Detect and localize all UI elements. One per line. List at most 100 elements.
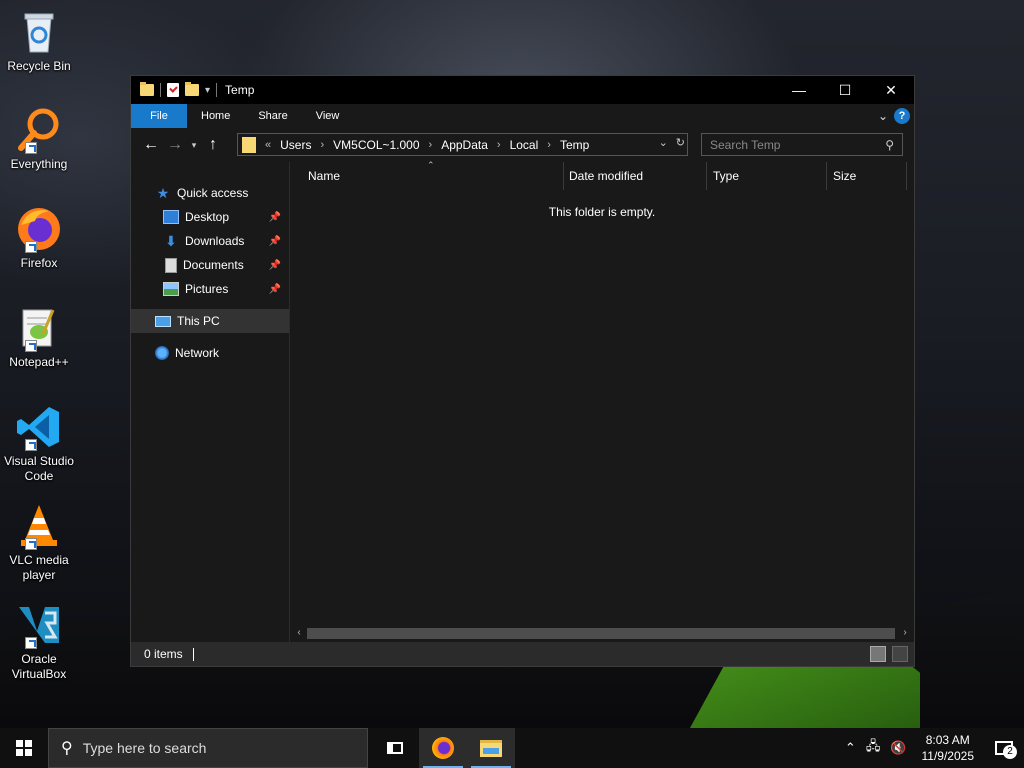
details-view-button[interactable]: [870, 646, 886, 662]
desktop-icon-vlc[interactable]: VLC media player: [2, 502, 76, 583]
breadcrumb-appdata[interactable]: AppData: [441, 138, 488, 152]
tab-file[interactable]: File: [131, 104, 187, 128]
shortcut-arrow-icon: [25, 340, 37, 352]
nav-documents[interactable]: Documents 📌: [131, 253, 289, 277]
nav-this-pc[interactable]: This PC: [131, 309, 289, 333]
network-icon: [155, 346, 169, 360]
chevron-down-icon[interactable]: ⌄: [659, 136, 668, 149]
window-controls: — ☐ ✕: [776, 76, 914, 104]
clock-time: 8:03 AM: [925, 733, 970, 747]
refresh-icon[interactable]: ↻: [676, 136, 685, 149]
folder-icon: [242, 136, 256, 153]
shortcut-arrow-icon: [25, 241, 37, 253]
breadcrumb-temp[interactable]: Temp: [560, 138, 589, 152]
download-icon: ⬇: [165, 232, 177, 249]
title-bar[interactable]: ▾ Temp — ☐ ✕: [131, 76, 914, 104]
navigation-bar: ← → ▾ ↑ « Users › VM5COL~1.000 › AppData…: [131, 128, 914, 162]
large-icons-view-button[interactable]: [892, 646, 908, 662]
breadcrumb-local[interactable]: Local: [510, 138, 539, 152]
tab-home[interactable]: Home: [187, 104, 244, 128]
close-button[interactable]: ✕: [868, 76, 914, 104]
scroll-right-icon[interactable]: ›: [898, 627, 912, 638]
taskbar-firefox[interactable]: [419, 728, 467, 768]
breadcrumb-overflow[interactable]: «: [265, 139, 271, 151]
search-input[interactable]: Search Temp ⚲: [701, 133, 903, 156]
breadcrumb-users[interactable]: Users: [280, 138, 311, 152]
quick-access-toolbar: ▾: [131, 82, 218, 97]
back-button[interactable]: ←: [139, 133, 163, 157]
desktop-icon-label: VLC media player: [9, 553, 69, 582]
nav-downloads[interactable]: ⬇ Downloads 📌: [131, 229, 289, 253]
pin-icon: 📌: [268, 211, 281, 223]
nav-label: Documents: [183, 258, 244, 272]
desktop-icon-recycle-bin[interactable]: Recycle Bin: [2, 8, 76, 74]
expand-ribbon-icon[interactable]: ⌄: [878, 109, 888, 123]
notepadpp-icon: [15, 304, 63, 352]
window-title: Temp: [225, 83, 255, 97]
nav-label: Pictures: [185, 282, 229, 296]
desktop-icon-firefox[interactable]: Firefox: [2, 205, 76, 271]
action-center-button[interactable]: 2: [984, 728, 1024, 768]
nav-desktop[interactable]: Desktop 📌: [131, 205, 289, 229]
chevron-up-icon[interactable]: ⌃: [840, 740, 861, 756]
address-bar[interactable]: « Users › VM5COL~1.000 › AppData › Local…: [237, 133, 688, 156]
recent-locations-button[interactable]: ▾: [187, 133, 201, 157]
desktop-icon-vscode[interactable]: Visual Studio Code: [2, 403, 76, 484]
scroll-thumb[interactable]: [307, 628, 895, 639]
taskbar-file-explorer[interactable]: [467, 728, 515, 768]
nav-label: Network: [175, 346, 220, 360]
notification-count: 2: [1003, 745, 1017, 759]
vlc-icon: [15, 502, 63, 550]
document-icon: [165, 257, 177, 273]
clock[interactable]: 8:03 AM 11/9/2025: [912, 732, 985, 764]
task-view-button[interactable]: [371, 728, 419, 768]
forward-button[interactable]: →: [163, 133, 187, 157]
horizontal-scrollbar[interactable]: ‹ ›: [290, 625, 914, 642]
chevron-right-icon[interactable]: ›: [320, 139, 324, 151]
column-date-modified[interactable]: Date modified: [563, 162, 707, 190]
properties-icon[interactable]: [167, 83, 179, 97]
search-placeholder: Search Temp: [710, 137, 781, 152]
everything-search-icon: [15, 106, 63, 154]
shortcut-arrow-icon: [25, 439, 37, 451]
column-type[interactable]: Type: [707, 162, 827, 190]
help-icon[interactable]: ?: [894, 108, 910, 124]
nav-quick-access[interactable]: ★ Quick access: [131, 181, 289, 205]
breadcrumb-user[interactable]: VM5COL~1.000: [333, 138, 419, 152]
search-icon: ⚲: [885, 138, 894, 152]
nav-label: Desktop: [185, 210, 230, 224]
vscode-icon: [15, 403, 63, 451]
virtualbox-icon: [15, 601, 63, 649]
customize-toolbar-icon[interactable]: ▾: [205, 85, 210, 96]
desktop-icon-label: Firefox: [20, 256, 58, 270]
chevron-right-icon[interactable]: ›: [547, 139, 551, 151]
column-size[interactable]: Size: [827, 162, 907, 190]
taskbar-search-box[interactable]: ⚲ Type here to search: [48, 728, 368, 768]
shortcut-arrow-icon: [25, 142, 37, 154]
pin-icon: 📌: [268, 235, 281, 247]
tab-share[interactable]: Share: [244, 104, 301, 128]
desktop-icon-everything[interactable]: Everything: [2, 106, 76, 172]
start-button[interactable]: [0, 728, 48, 768]
pin-icon: 📌: [268, 283, 281, 295]
chevron-right-icon[interactable]: ›: [497, 139, 501, 151]
maximize-button[interactable]: ☐: [822, 76, 868, 104]
folder-icon: [140, 82, 154, 96]
up-button[interactable]: ↑: [201, 133, 225, 157]
shortcut-arrow-icon: [25, 538, 37, 550]
desktop-icon-virtualbox[interactable]: Oracle VirtualBox: [2, 601, 76, 682]
minimize-button[interactable]: —: [776, 76, 822, 104]
nav-pictures[interactable]: Pictures 📌: [131, 277, 289, 301]
tab-view[interactable]: View: [302, 104, 354, 128]
divider: [216, 83, 218, 97]
network-status-icon[interactable]: 🖧: [861, 737, 886, 759]
new-folder-icon[interactable]: [185, 82, 199, 96]
nav-network[interactable]: Network: [131, 341, 289, 365]
file-list[interactable]: ⌃ Name Date modified Type Size This fold…: [289, 160, 914, 642]
chevron-right-icon[interactable]: ›: [429, 139, 433, 151]
column-name[interactable]: Name: [302, 162, 564, 190]
desktop-icon-notepadpp[interactable]: Notepad++: [2, 304, 76, 370]
navigation-pane: ★ Quick access Desktop 📌 ⬇ Downloads 📌 D…: [131, 162, 289, 642]
scroll-left-icon[interactable]: ‹: [292, 627, 306, 638]
volume-muted-icon[interactable]: 🔇: [885, 740, 911, 756]
